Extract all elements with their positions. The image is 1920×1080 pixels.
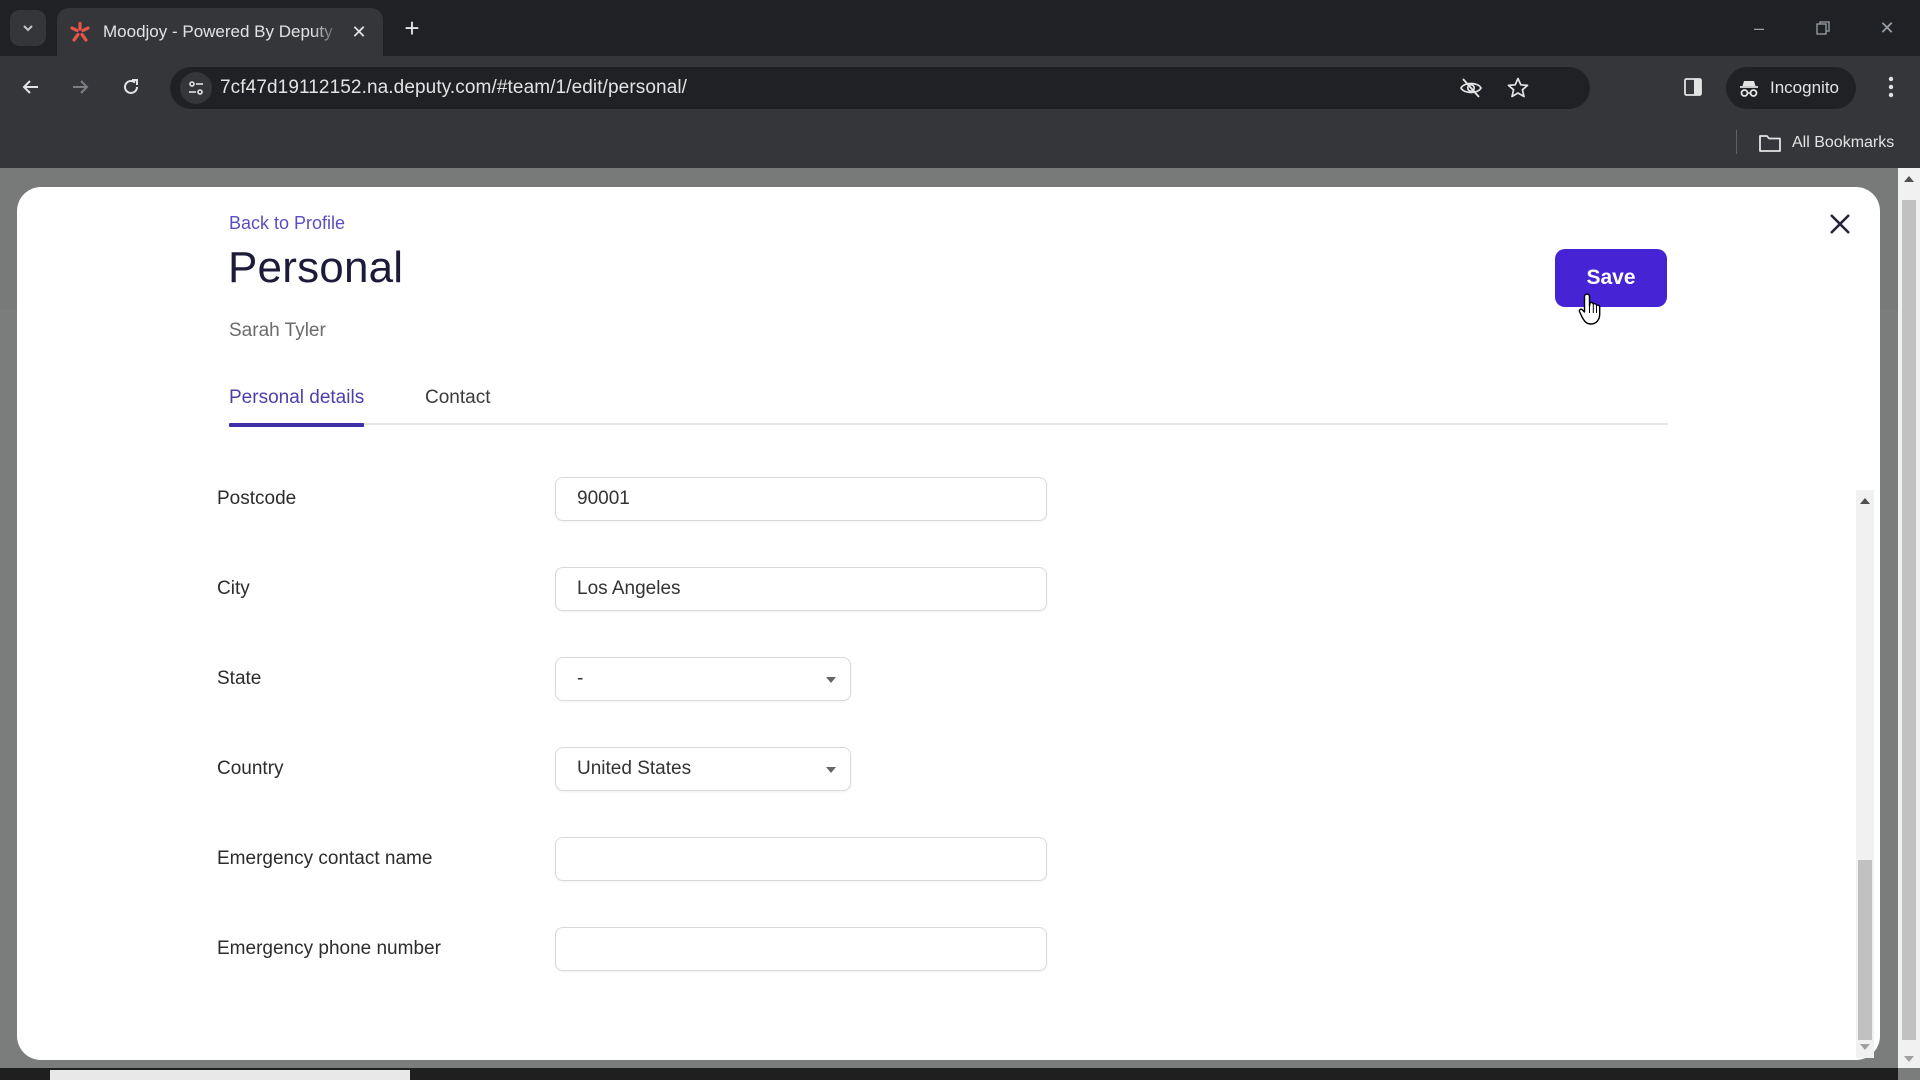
caret-down-icon: [826, 677, 836, 683]
back-button[interactable]: [14, 70, 48, 104]
scroll-up-icon[interactable]: [1904, 176, 1914, 182]
tab-personal-details[interactable]: Personal details: [229, 387, 365, 427]
browser-toolbar: 7cf47d19112152.na.deputy.com/#team/1/edi…: [0, 56, 1920, 118]
forward-button[interactable]: [63, 70, 97, 104]
state-select[interactable]: -: [555, 657, 851, 701]
caret-down-icon: [826, 767, 836, 773]
scroll-down-icon[interactable]: [1904, 1056, 1914, 1062]
page-title: Personal: [228, 243, 404, 292]
page-overlay: Back to Profile Personal Sarah Tyler Sav…: [0, 168, 1920, 1080]
side-panel-button[interactable]: [1676, 70, 1710, 104]
url-text[interactable]: 7cf47d19112152.na.deputy.com/#team/1/edi…: [220, 77, 687, 99]
postcode-label: Postcode: [217, 488, 297, 509]
tune-icon: [189, 81, 203, 95]
deputy-logo-icon: [70, 21, 90, 42]
country-select[interactable]: United States: [555, 747, 851, 791]
incognito-label: Incognito: [1770, 78, 1839, 97]
bookmarks-bar: All Bookmarks: [0, 118, 1920, 168]
country-selected-value: United States: [577, 758, 692, 779]
section-tabs: Personal details Contact: [229, 387, 1668, 427]
personal-form: Postcode City State - Country United Sta…: [17, 477, 1857, 1057]
form-row-postcode: Postcode: [17, 477, 1857, 521]
browser-tab[interactable]: Moodjoy - Powered By Deputy ✕: [57, 8, 383, 56]
page-scrollbar-thumb[interactable]: [1902, 200, 1916, 1040]
emergency-phone-label: Emergency phone number: [217, 938, 441, 959]
modal-scrollbar-thumb[interactable]: [1858, 860, 1872, 1040]
kebab-menu-icon: [1888, 76, 1894, 98]
site-info-button[interactable]: [180, 72, 212, 104]
reload-icon: [124, 79, 138, 94]
form-row-state: State -: [17, 657, 1857, 701]
eye-off-icon[interactable]: [1459, 76, 1483, 100]
bookmarks-divider: [1736, 130, 1737, 154]
page-scrollbar[interactable]: [1898, 168, 1920, 1068]
form-row-emergency-contact-name: Emergency contact name: [17, 837, 1857, 881]
address-bar[interactable]: 7cf47d19112152.na.deputy.com/#team/1/edi…: [170, 67, 1590, 109]
tab-search-button[interactable]: [10, 10, 46, 46]
folder-icon: [1759, 135, 1781, 152]
arrow-right-icon: [73, 80, 89, 94]
chevron-down-icon: [23, 25, 33, 32]
postcode-input[interactable]: [555, 477, 1047, 521]
browser-tab-strip: Moodjoy - Powered By Deputy ✕ + – ✕: [0, 0, 1920, 56]
horizontal-scrollbar[interactable]: [0, 1068, 1898, 1080]
state-label: State: [217, 668, 262, 689]
state-selected-value: -: [577, 668, 584, 689]
tab-contact[interactable]: Contact: [425, 387, 490, 425]
horizontal-scrollbar-thumb[interactable]: [50, 1070, 410, 1080]
close-modal-button[interactable]: [1825, 209, 1855, 239]
incognito-indicator[interactable]: Incognito: [1726, 67, 1856, 109]
form-row-city: City: [17, 567, 1857, 611]
save-button[interactable]: Save: [1555, 249, 1667, 307]
employee-name: Sarah Tyler: [229, 320, 326, 341]
city-input[interactable]: [555, 567, 1047, 611]
scroll-up-icon[interactable]: [1860, 498, 1870, 504]
browser-menu-button[interactable]: [1876, 70, 1906, 104]
form-row-country: Country United States: [17, 747, 1857, 791]
all-bookmarks-label: All Bookmarks: [1792, 134, 1895, 151]
all-bookmarks-button[interactable]: All Bookmarks: [1758, 128, 1894, 158]
new-tab-button[interactable]: +: [396, 12, 428, 44]
city-label: City: [217, 578, 250, 599]
tab-close-icon[interactable]: ✕: [349, 22, 369, 43]
window-close-icon[interactable]: ✕: [1864, 10, 1910, 46]
emergency-phone-input[interactable]: [555, 927, 1047, 971]
edit-personal-modal: Back to Profile Personal Sarah Tyler Sav…: [17, 187, 1880, 1060]
arrow-left-icon: [22, 80, 38, 94]
close-icon: [1830, 214, 1850, 234]
tab-title: Moodjoy - Powered By Deputy: [103, 22, 333, 41]
emergency-contact-name-label: Emergency contact name: [217, 848, 433, 869]
modal-scrollbar[interactable]: [1856, 490, 1874, 1058]
restore-icon[interactable]: [1800, 10, 1846, 46]
star-icon[interactable]: [1506, 76, 1530, 100]
back-to-profile-link[interactable]: Back to Profile: [229, 213, 345, 234]
emergency-contact-name-input[interactable]: [555, 837, 1047, 881]
incognito-icon: [1740, 81, 1758, 97]
form-row-emergency-phone: Emergency phone number: [17, 927, 1857, 971]
minimize-icon[interactable]: –: [1736, 10, 1782, 46]
country-label: Country: [217, 758, 284, 779]
side-panel-icon: [1684, 78, 1702, 96]
reload-button[interactable]: [114, 70, 148, 104]
scroll-down-icon[interactable]: [1860, 1044, 1870, 1050]
